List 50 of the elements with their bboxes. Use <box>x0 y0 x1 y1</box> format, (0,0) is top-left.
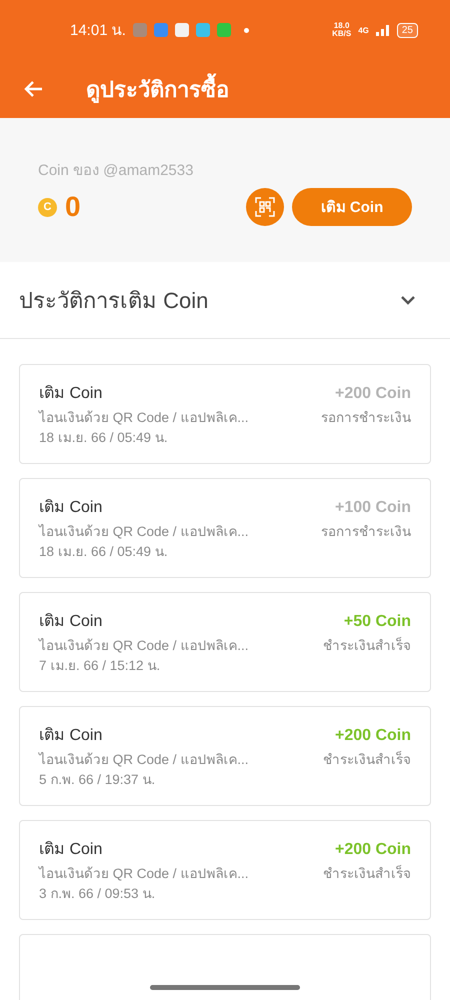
app-icon <box>196 23 210 37</box>
payment-method: ไอนเงินด้วย QR Code / แอปพลิเค... <box>39 523 249 540</box>
signal-icon <box>376 24 390 36</box>
app-icon <box>174 23 189 37</box>
coin-amount: +100 Coin <box>334 498 411 517</box>
battery-level: 25 <box>396 22 418 38</box>
payment-status: ชำระเงินสำเร็จ <box>323 865 411 882</box>
transaction-card[interactable]: เติม Coin +100 Coin ไอนเงินด้วย QR Code / แอปพลิเค... รอการชำระเงิน 18 เม.ย. 66 / 05:49 น. <box>19 478 431 578</box>
transaction-card[interactable]: เติม Coin +200 Coin ไอนเงินด้วย QR Code / แอปพลิเค... รอการชำระเงิน 18 เม.ย. 66 / 05:49 น. <box>19 364 431 464</box>
transaction-title: เติม Coin <box>39 384 102 403</box>
speed-unit: KB/S <box>332 30 352 38</box>
coin-icon: C <box>38 198 57 216</box>
transaction-date: 18 เม.ย. 66 / 05:49 น. <box>39 543 169 560</box>
payment-method: ไอนเงินด้วย QR Code / แอปพลิเค... <box>39 409 249 426</box>
coin-amount: +50 Coin <box>344 612 411 631</box>
chevron-icon[interactable] <box>400 295 416 305</box>
status-time: 14:01 น. <box>70 21 126 41</box>
app-icon <box>154 23 168 37</box>
qr-code-icon <box>255 197 275 217</box>
coin-amount: +200 Coin <box>334 840 411 859</box>
transaction-title: เติม Coin <box>39 612 102 631</box>
coin-amount: +200 Coin <box>334 384 411 403</box>
transaction-date: 18 เม.ย. 66 / 05:49 น. <box>39 429 169 446</box>
app-icon <box>132 23 147 37</box>
payment-status: ชำระเงินสำเร็จ <box>323 751 411 768</box>
qr-scan-button[interactable] <box>246 188 284 226</box>
account-label: Coin ของ @amam2533 <box>38 161 194 181</box>
payment-status: ชำระเงินสำเร็จ <box>323 637 411 654</box>
payment-method: ไอนเงินด้วย QR Code / แอปพลิเค... <box>39 751 249 768</box>
payment-status: รอการชำระเงิน <box>321 409 411 426</box>
transaction-title: เติม Coin <box>39 726 102 745</box>
transaction-card[interactable]: เติม Coin +200 Coin ไอนเงินด้วย QR Code / แอปพลิเค... ชำระเงินสำเร็จ 3 ก.พ. 66 / 09:53 น. <box>19 820 431 920</box>
payment-method: ไอนเงินด้วย QR Code / แอปพลิเค... <box>39 865 249 882</box>
app-icon <box>216 23 231 37</box>
network-type: 4G <box>358 26 369 34</box>
transaction-card[interactable]: เติม Coin +50 Coin ไอนเงินด้วย QR Code / แอปพลิเค... ชำระเงินสำเร็จ 7 เม.ย. 66 / 15:12 น. <box>19 592 431 692</box>
page-title: ดูประวัติการซื้อ <box>86 72 229 106</box>
coin-amount: +200 Coin <box>334 726 411 745</box>
payment-method: ไอนเงินด้วย QR Code / แอปพลิเค... <box>39 637 249 654</box>
coin-balance: 0 <box>65 191 81 223</box>
network-speed: 18.0 <box>334 22 350 30</box>
notification-dot <box>244 28 249 32</box>
payment-status: รอการชำระเงิน <box>321 523 411 540</box>
transaction-title: เติม Coin <box>39 498 102 517</box>
transaction-date: 3 ก.พ. 66 / 09:53 น. <box>39 885 156 902</box>
transaction-date: 7 เม.ย. 66 / 15:12 น. <box>39 657 162 674</box>
section-title: ประวัติการเติม Coin <box>19 286 208 314</box>
transaction-card[interactable]: เติม Coin +200 Coin ไอนเงินด้วย QR Code / แอปพลิเค... ชำระเงินสำเร็จ 5 ก.พ. 66 / 19:37 น. <box>19 706 431 806</box>
transaction-title: เติม Coin <box>39 840 102 859</box>
transaction-date: 5 ก.พ. 66 / 19:37 น. <box>39 771 156 788</box>
